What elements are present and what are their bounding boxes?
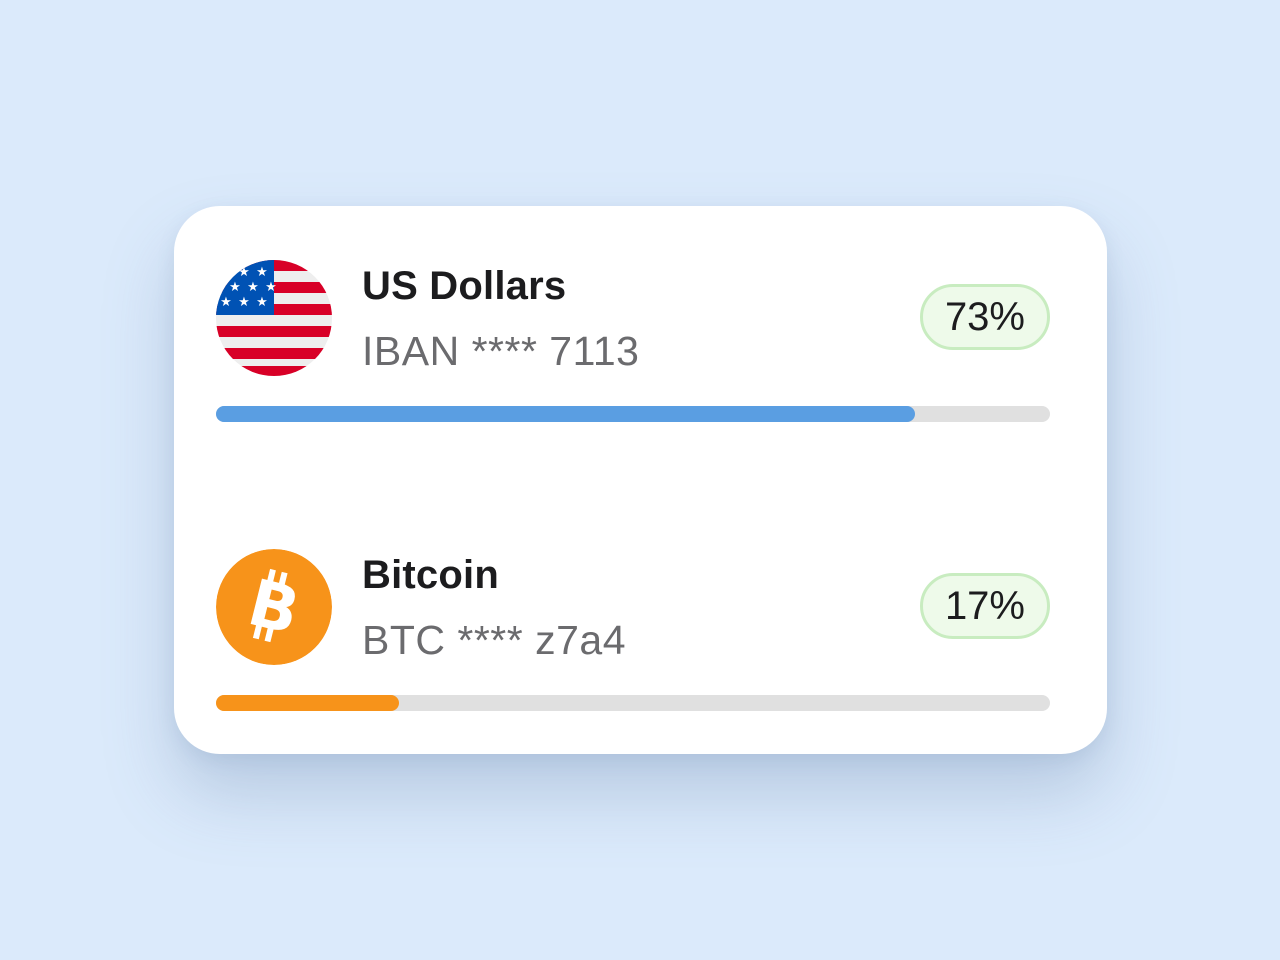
account-row-bitcoin[interactable]: B Bitcoin BTC **** z7a4 17%: [216, 549, 1050, 711]
us-flag-icon: ★ ★ ★ ★ ★ ★ ★ ★: [216, 260, 332, 376]
percent-badge: 73%: [919, 284, 1050, 350]
svg-text:★: ★: [238, 265, 250, 280]
allocation-card: ★ ★ ★ ★ ★ ★ ★ ★ US Dollars IBAN **** 711…: [174, 206, 1107, 754]
svg-text:★: ★: [256, 295, 268, 310]
percent-badge: 17%: [919, 573, 1050, 639]
svg-text:★: ★: [265, 280, 277, 295]
svg-text:★: ★: [256, 265, 268, 280]
account-name: Bitcoin: [362, 553, 499, 597]
svg-text:★: ★: [220, 295, 232, 310]
account-row-usd[interactable]: ★ ★ ★ ★ ★ ★ ★ ★ US Dollars IBAN **** 711…: [216, 260, 1050, 422]
progress-track: [216, 695, 1050, 711]
account-number: IBAN **** 7113: [362, 328, 640, 374]
bitcoin-icon: B: [216, 549, 332, 665]
progress-fill: [216, 695, 400, 711]
svg-text:★: ★: [229, 280, 241, 295]
progress-track: [216, 406, 1050, 422]
svg-text:★: ★: [238, 295, 250, 310]
svg-text:★: ★: [247, 280, 259, 295]
account-name: US Dollars: [362, 264, 567, 308]
progress-fill: [216, 406, 915, 422]
account-number: BTC **** z7a4: [362, 617, 627, 663]
